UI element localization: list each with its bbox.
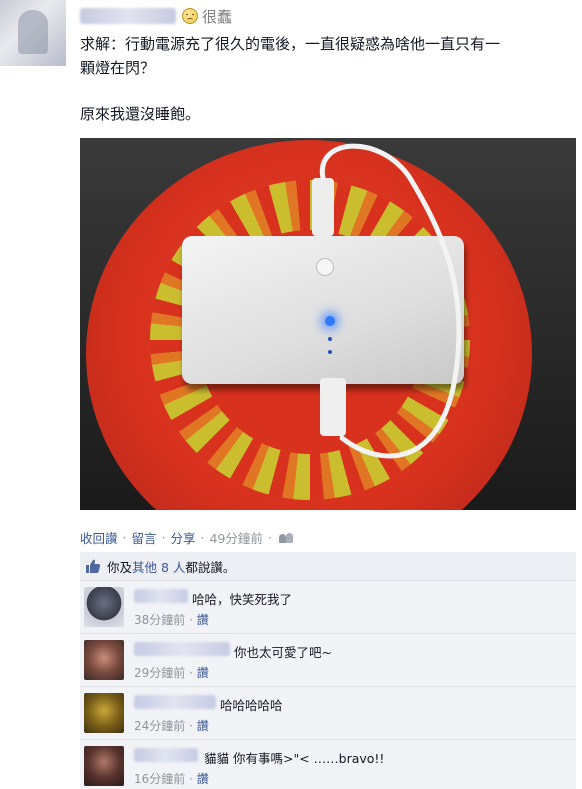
separator: · [189,666,193,680]
usb-cable [319,143,462,459]
comment-like-link[interactable]: 讚 [197,719,209,733]
comment-item: 貓貓 你有事嗎>"< ……bravo!! 16分鐘前 · 讚 [80,740,576,789]
post-text-line: 求解：行動電源充了很久的電後，一直很疑惑為啥他一直只有一 [80,35,501,53]
unlike-link[interactable]: 收回讚 [80,528,118,547]
separator: · [189,772,193,786]
post-header: 很蠢 [80,4,232,28]
comment-meta: 24分鐘前 · 讚 [134,717,209,734]
commenter-avatar[interactable] [84,746,124,786]
commenter-avatar[interactable] [84,693,124,733]
comment-like-link[interactable]: 讚 [197,666,209,680]
comment-like-link[interactable]: 讚 [197,772,209,786]
comment-meta: 16分鐘前 · 讚 [134,770,209,787]
author-name-blurred[interactable] [80,8,176,24]
comment-text: 哈哈，快笑死我了 [192,592,293,607]
separator: · [161,530,166,545]
comment-timestamp[interactable]: 38分鐘前 [134,613,185,627]
comment-text: 貓貓 你有事嗎>"< ……bravo!! [204,751,385,766]
comment-item: 哈哈，快笑死我了 38分鐘前 · 讚 [80,581,576,634]
author-avatar[interactable] [0,0,66,66]
comment-item: 哈哈哈哈哈 24分鐘前 · 讚 [80,687,576,740]
comment-timestamp[interactable]: 16分鐘前 [134,772,185,786]
comment-text: 哈哈哈哈哈 [220,698,283,713]
separator: · [200,530,205,545]
separator: · [189,719,193,733]
comment-timestamp[interactable]: 29分鐘前 [134,666,185,680]
feeling-label: 很蠢 [202,7,233,26]
likes-summary: 你及 其他 8 人 都說讚。 [80,552,576,581]
likes-others-link[interactable]: 其他 8 人 [132,557,185,576]
commenter-name-blurred[interactable] [134,589,188,603]
post-actions: 收回讚 · 留言 · 分享 · 49分鐘前 · [80,528,295,547]
comment-text: 你也太可愛了吧~ [234,645,332,660]
commenter-name-blurred[interactable] [134,748,198,762]
separator: · [189,613,193,627]
commenter-avatar[interactable] [84,640,124,680]
comment-item: 你也太可愛了吧~ 29分鐘前 · 讚 [80,634,576,687]
commenter-avatar[interactable] [84,587,124,627]
thumbs-up-icon [86,559,101,573]
comment-link[interactable]: 留言 [132,528,157,547]
share-link[interactable]: 分享 [171,528,196,547]
likes-suffix: 都說讚。 [185,559,236,575]
comment-like-link[interactable]: 讚 [197,613,209,627]
commenter-name-blurred[interactable] [134,642,230,656]
separator: · [122,530,127,545]
post-body: 求解：行動電源充了很久的電後，一直很疑惑為啥他一直只有一 顆燈在閃？ 原來我還沒… [80,32,580,126]
post-photo[interactable] [80,138,576,510]
comment-meta: 38分鐘前 · 讚 [134,611,209,628]
post-text-line: 原來我還沒睡飽。 [80,105,201,123]
separator: · [267,530,272,545]
comment-timestamp[interactable]: 24分鐘前 [134,719,185,733]
comment-meta: 29分鐘前 · 讚 [134,664,209,681]
post-text-line: 顆燈在閃？ [80,59,156,77]
commenter-name-blurred[interactable] [134,695,216,709]
frowning-face-icon [182,8,198,24]
post-timestamp[interactable]: 49分鐘前 [210,528,263,547]
friends-icon[interactable] [278,532,295,543]
likes-prefix: 你及 [107,559,133,575]
